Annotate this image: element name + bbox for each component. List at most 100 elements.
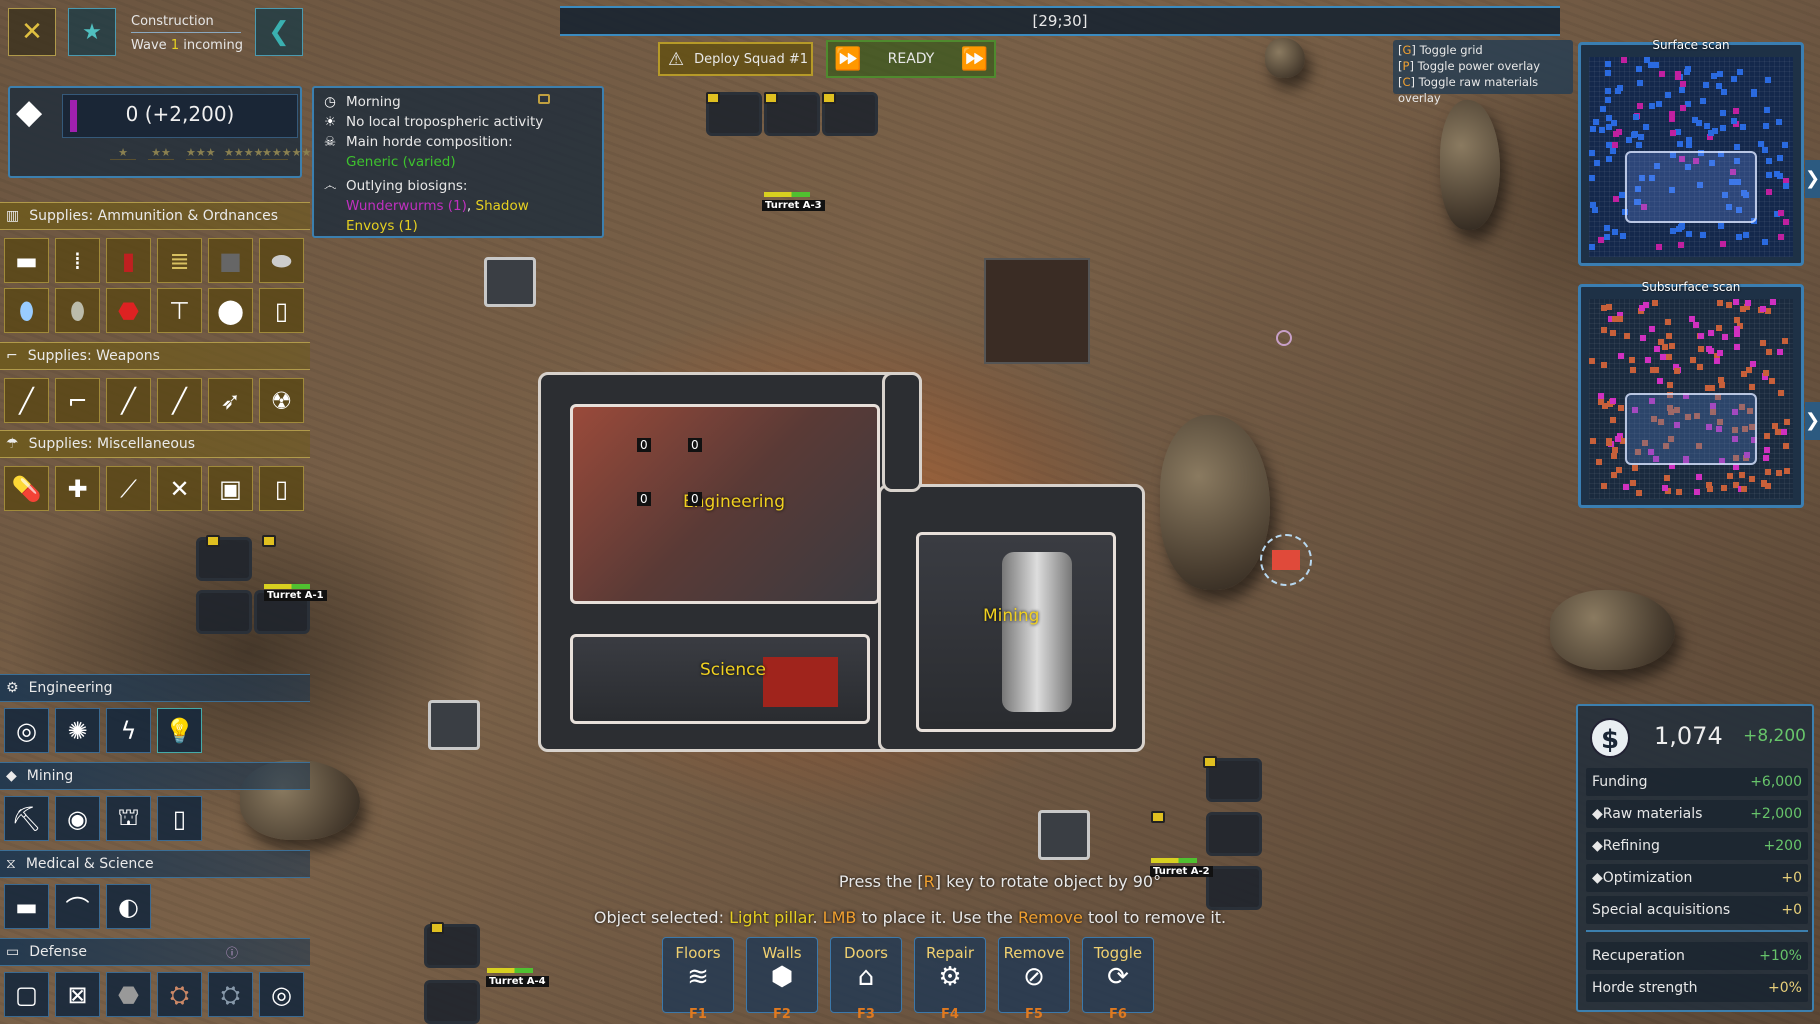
scan-blip [1784,419,1790,425]
missions-button[interactable]: ★ [68,8,116,56]
item-turret[interactable]: ⛭ [157,972,202,1017]
scan-blip [1684,69,1690,75]
item-sniper-rifle[interactable]: ╱ [157,378,202,423]
item-pills[interactable]: 💊 [4,466,49,511]
ammo-storage[interactable] [196,590,252,634]
tool-toggle[interactable]: Toggle ⟳ F6 [1082,937,1154,1022]
scan-blip [1592,207,1598,213]
scan-blip [1766,349,1772,355]
back-button[interactable]: ❮ [255,8,303,56]
item-rocket-shell[interactable]: ⬮ [55,288,100,333]
tool-repair[interactable]: Repair ⚙ F4 [914,937,986,1022]
item-fuel[interactable]: ⊠ [55,972,100,1017]
item-detonator[interactable]: ⊤ [157,288,202,333]
surface-scan-minimap[interactable]: Surface scan [1578,38,1804,266]
construction-tools-button[interactable]: ✕ [8,8,56,56]
scan-blip [1776,470,1782,476]
item-bullets[interactable]: ⁞ [55,238,100,283]
scan-blip [1778,234,1784,240]
item-radio[interactable]: ▯ [259,466,304,511]
scan-blip [1741,486,1747,492]
item-backpack[interactable]: ▣ [208,466,253,511]
item-silo[interactable]: ▯ [157,796,202,841]
tier-4: ★★★★ [224,146,264,160]
item-mine[interactable]: ⬣ [106,972,151,1017]
light-pillar[interactable] [484,257,536,307]
tool-floors[interactable]: Floors ≋ F1 [662,937,734,1022]
item-shield[interactable]: ◎ [259,972,304,1017]
landing-pad[interactable] [984,258,1090,364]
scan-blip [1782,338,1788,344]
item-medkit[interactable]: ✚ [55,466,100,511]
item-ammo-belt[interactable]: ≣ [157,238,202,283]
scan-blip [1636,142,1642,148]
tier-1: ★ [110,146,136,160]
row-value: +6,000 [1750,774,1802,790]
subsurface-scan-expand-button[interactable]: ❯ [1805,402,1820,440]
ready-button[interactable]: ⏩ READY ⏩ [826,40,996,78]
section-engineering: ⚙ Engineering [0,674,310,702]
light-pillar[interactable] [428,700,480,750]
item-extractor[interactable]: ◉ [55,796,100,841]
item-reactor[interactable]: ✺ [55,708,100,753]
scan-blip [1618,353,1624,359]
item-tools[interactable]: ✕ [157,466,202,511]
deploy-squad-button[interactable]: ⚠ Deploy Squad #1 [658,42,813,76]
item-surgery[interactable]: ⌒ [55,884,100,929]
deploy-squad-label: Deploy Squad #1 [694,51,809,67]
item-shotgun[interactable]: ╱ [106,378,151,423]
item-frag-grenade[interactable]: ⬤ [208,288,253,333]
item-barrier[interactable]: ▢ [4,972,49,1017]
scan-blip [1593,119,1599,125]
item-nuke[interactable]: ☢ [259,378,304,423]
item-refinery[interactable]: ⛫ [106,796,151,841]
item-lab[interactable]: ◐ [106,884,151,929]
item-ammo-box[interactable]: ■ [208,238,253,283]
scan-blip [1599,127,1605,133]
item-plasma-cell[interactable]: ⬮ [4,288,49,333]
item-rocket[interactable]: ➶ [208,378,253,423]
ammo-storage[interactable] [424,980,480,1024]
scan-blip [1637,80,1643,86]
item-light-pillar[interactable]: 💡 [157,708,202,753]
item-slug[interactable]: ⬬ [259,238,304,283]
scan-blip [1689,316,1695,322]
scan-blip [1751,91,1757,97]
refinery-icon: ⛫ [117,803,140,831]
item-power[interactable]: ϟ [106,708,151,753]
tool-remove[interactable]: Remove ⊘ F5 [998,937,1070,1022]
scan-blip [1774,171,1780,177]
item-syringe[interactable]: ⟋ [106,466,151,511]
tool-walls[interactable]: Walls ⬢ F2 [746,937,818,1022]
item-generator[interactable]: ◎ [4,708,49,753]
item-knife[interactable]: ╱ [4,378,49,423]
item-bed[interactable]: ▬ [4,884,49,929]
scan-blip [1734,317,1740,323]
ammo-storage[interactable] [1206,812,1262,856]
subsurface-scan-minimap[interactable]: Subsurface scan [1578,280,1804,508]
light-pillar[interactable] [1038,810,1090,860]
item-drill[interactable]: ⛏ [4,796,49,841]
viewport-indicator[interactable] [1625,151,1757,223]
scan-blip [1610,398,1616,404]
plasma-cell-icon: ⬮ [18,296,35,325]
item-shotgun-shells[interactable]: ▮ [106,238,151,283]
item-explosive-charge[interactable]: ⬣ [106,288,151,333]
tool-doors[interactable]: Doors ⌂ F3 [830,937,902,1022]
item-canister-grenade[interactable]: ▯ [259,288,304,333]
surface-scan-expand-button[interactable]: ❯ [1805,160,1820,198]
fast-forward-icon: ⏩ [960,46,988,72]
tier-3: ★★★ [186,146,216,160]
viewport-indicator[interactable] [1625,393,1757,465]
scan-blip [1764,447,1770,453]
placement-target-marker[interactable] [1260,534,1312,586]
item-heavy-turret[interactable]: ⛭ [208,972,253,1017]
ammo-storage[interactable] [196,537,252,581]
item-pistol[interactable]: ⌐ [55,378,100,423]
tank-icon: ▭ [6,944,20,960]
storage-counter: 0 [637,492,651,506]
raw-materials-panel: ◆ 0 (+2,200) ★ ★★ ★★★ ★★★★ ★★★★★ [8,86,311,178]
item-ammo-clip[interactable]: ▬ [4,238,49,283]
player-base[interactable]: Engineering Science Mining 0 0 0 0 [538,372,1145,752]
waypoint-marker[interactable] [1276,330,1292,346]
